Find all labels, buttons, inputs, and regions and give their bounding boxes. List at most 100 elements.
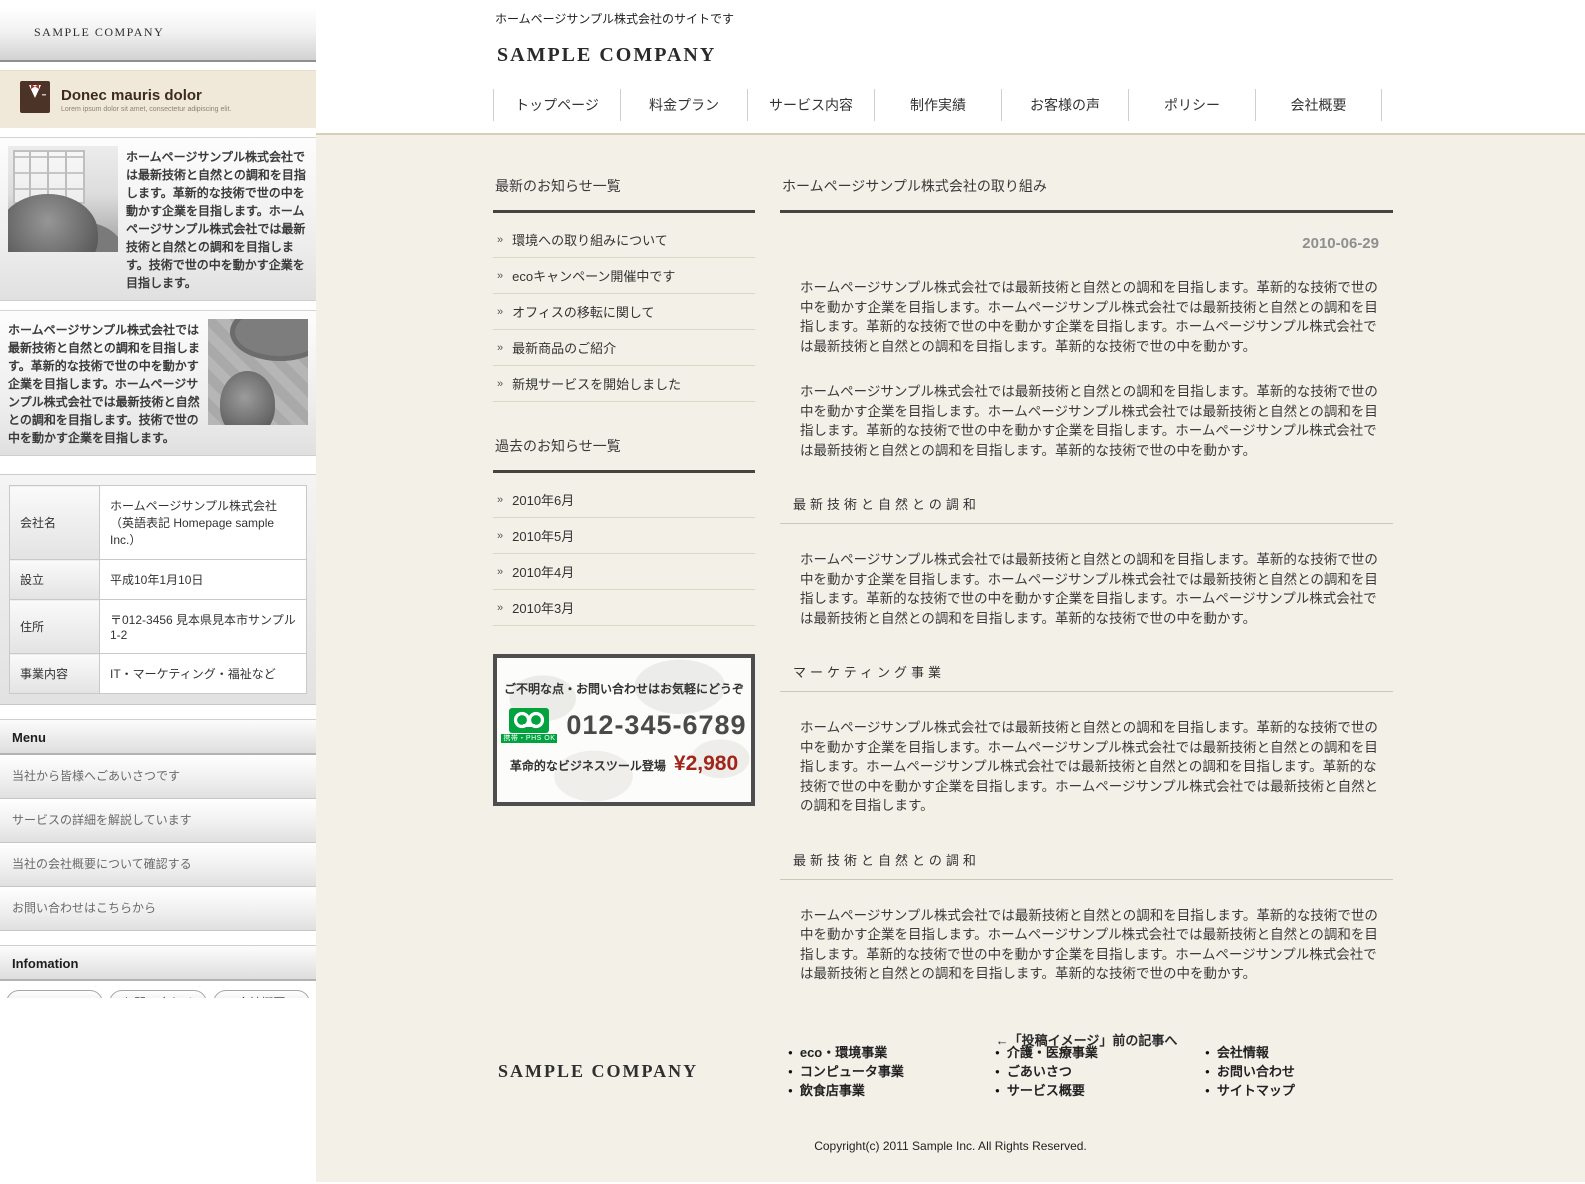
news-item[interactable]: » ecoキャンペーン開催中です — [493, 258, 755, 294]
news-item[interactable]: » 最新商品のご紹介 — [493, 330, 755, 366]
article-section-heading: 最新技術と自然との調和 — [780, 494, 1393, 524]
footer-link-label: eco・環境事業 — [800, 1043, 887, 1062]
news-button[interactable]: ニュース — [6, 990, 103, 998]
footer-link-contact[interactable]: ● お問い合わせ — [1205, 1062, 1295, 1081]
latest-news-list: » 環境への取り組みについて » ecoキャンペーン開催中です » オフィスの移… — [493, 222, 755, 402]
article-section-heading: 最新技術と自然との調和 — [780, 850, 1393, 880]
nav-item-works[interactable]: 制作実績 — [874, 89, 1001, 121]
banner-title: Donec mauris dolor — [61, 87, 231, 104]
table-row: 事業内容 IT・マーケティング・福祉など — [10, 654, 307, 694]
bullet-icon: ● — [995, 1062, 1000, 1081]
footer-copyright: Copyright(c) 2011 Sample Inc. All Rights… — [316, 1139, 1585, 1153]
about-text: ホームページサンプル株式会社では最新技術と自然との調和を目指します。革新的な技術… — [126, 146, 308, 292]
contact-banner[interactable]: ご不明な点・お問い合わせはお気軽にどうぞ 携帯・PHS OK 012-345- — [493, 654, 755, 806]
nav-item-pricing[interactable]: 料金プラン — [620, 89, 747, 121]
nav-item-services[interactable]: サービス内容 — [747, 89, 874, 121]
article-paragraph: ホームページサンプル株式会社では最新技術と自然との調和を目指します。革新的な技術… — [800, 718, 1383, 816]
news-item-label: ecoキャンペーン開催中です — [512, 266, 675, 285]
main-area: ホームページサンプル株式会社のサイトです SAMPLE COMPANY トップペ… — [316, 0, 1585, 1184]
archive-item-label: 2010年6月 — [512, 490, 574, 509]
bullet-icon: ● — [788, 1062, 793, 1081]
footer-link-restaurant[interactable]: ● 飲食店事業 — [788, 1081, 904, 1100]
archive-item-label: 2010年4月 — [512, 562, 574, 581]
sidebar: SAMPLE COMPANY Donec mauris dolor Lorem … — [0, 0, 316, 998]
arrow-icon: » — [497, 306, 503, 318]
company-name-label: 会社名 — [10, 486, 100, 560]
news-item[interactable]: » オフィスの移転に関して — [493, 294, 755, 330]
news-item-label: オフィスの移転に関して — [512, 302, 654, 321]
company-button[interactable]: 会社概要 — [213, 990, 310, 998]
sidebar-item-greeting[interactable]: 当社から皆様へごあいさつです — [0, 755, 316, 799]
arrow-icon: » — [497, 234, 503, 246]
footer-links-column-3: ● 会社情報 ● お問い合わせ ● サイトマップ — [1205, 1043, 1295, 1100]
footer-link-computer[interactable]: ● コンピュータ事業 — [788, 1062, 904, 1081]
article-paragraph: ホームページサンプル株式会社では最新技術と自然との調和を目指します。革新的な技術… — [800, 550, 1383, 628]
news-item[interactable]: » 環境への取り組みについて — [493, 222, 755, 258]
footer-link-company-info[interactable]: ● 会社情報 — [1205, 1043, 1295, 1062]
footer-link-label: コンピュータ事業 — [800, 1062, 904, 1081]
sidebar-item-overview[interactable]: 当社の会社概要について確認する — [0, 843, 316, 887]
archive-item[interactable]: » 2010年4月 — [493, 554, 755, 590]
bullet-icon: ● — [1205, 1043, 1210, 1062]
archive-item[interactable]: » 2010年3月 — [493, 590, 755, 626]
footer-link-sitemap[interactable]: ● サイトマップ — [1205, 1081, 1295, 1100]
business-value: IT・マーケティング・福祉など — [100, 654, 307, 694]
arrow-icon: » — [497, 494, 503, 506]
promo-text: 革命的なビジネスツール登場 — [510, 757, 666, 774]
bullet-icon: ● — [995, 1081, 1000, 1100]
table-row: 住所 〒012-3456 見本県見本市サンプル1-2 — [10, 600, 307, 654]
article-paragraph: ホームページサンプル株式会社では最新技術と自然との調和を目指します。革新的な技術… — [800, 278, 1383, 356]
footer-link-care[interactable]: ● 介護・医療事業 — [995, 1043, 1098, 1062]
sidebar-logo-text: SAMPLE COMPANY — [34, 25, 164, 39]
footer-link-greeting[interactable]: ● ごあいさつ — [995, 1062, 1098, 1081]
nav-item-top[interactable]: トップページ — [493, 89, 620, 121]
sidebar-about-block-2: ホームページサンプル株式会社では最新技術と自然との調和を目指します。革新的な技術… — [0, 310, 316, 456]
footer-link-label: サービス概要 — [1007, 1081, 1085, 1100]
menu-section-title: Menu — [0, 719, 316, 755]
footer-link-label: サイトマップ — [1217, 1081, 1295, 1100]
table-row: 設立 平成10年1月10日 — [10, 560, 307, 600]
bullet-icon: ● — [788, 1081, 793, 1100]
article-paragraph: ホームページサンプル株式会社では最新技術と自然との調和を目指します。革新的な技術… — [800, 382, 1383, 460]
arrow-icon: » — [497, 378, 503, 390]
footer-link-service-overview[interactable]: ● サービス概要 — [995, 1081, 1098, 1100]
news-column: 最新のお知らせ一覧 » 環境への取り組みについて » ecoキャンペーン開催中で… — [493, 171, 755, 806]
company-info-table: 会社名 ホームページサンプル株式会社 （英語表記 Homepage sample… — [0, 474, 316, 705]
information-buttons: ニュース お問い合わせ 会社概要 — [0, 981, 316, 998]
sidebar-item-contact[interactable]: お問い合わせはこちらから — [0, 887, 316, 931]
archive-news-list: » 2010年6月 » 2010年5月 » 2010年4月 » 2010年3月 — [493, 482, 755, 626]
nav-item-policy[interactable]: ポリシー — [1128, 89, 1255, 121]
information-section-title: Infomation — [0, 945, 316, 981]
footer-link-eco[interactable]: ● eco・環境事業 — [788, 1043, 904, 1062]
arrow-icon: » — [497, 270, 503, 282]
article-paragraph: ホームページサンプル株式会社では最新技術と自然との調和を目指します。革新的な技術… — [800, 906, 1383, 984]
founded-value: 平成10年1月10日 — [100, 560, 307, 600]
footer-link-label: 介護・医療事業 — [1007, 1043, 1098, 1062]
page: SAMPLE COMPANY Donec mauris dolor Lorem … — [0, 0, 1585, 1184]
address-label: 住所 — [10, 600, 100, 654]
news-item[interactable]: » 新規サービスを開始しました — [493, 366, 755, 402]
terrace-table-photo — [208, 319, 308, 425]
contact-button[interactable]: お問い合わせ — [109, 990, 206, 998]
bullet-icon: ● — [788, 1043, 793, 1062]
footer-link-label: お問い合わせ — [1217, 1062, 1295, 1081]
main-nav: トップページ 料金プラン サービス内容 制作実績 お客様の声 ポリシー 会社概要 — [493, 89, 1382, 121]
table-row: 会社名 ホームページサンプル株式会社 （英語表記 Homepage sample… — [10, 486, 307, 560]
sidebar-banner[interactable]: Donec mauris dolor Lorem ipsum dolor sit… — [0, 70, 316, 128]
nav-item-about[interactable]: 会社概要 — [1255, 89, 1382, 121]
archive-item[interactable]: » 2010年6月 — [493, 482, 755, 518]
freedial-caption: 携帯・PHS OK — [501, 734, 557, 743]
sidebar-about-block-1: ホームページサンプル株式会社では最新技術と自然との調和を目指します。革新的な技術… — [0, 137, 316, 301]
nav-item-voices[interactable]: お客様の声 — [1001, 89, 1128, 121]
sidebar-item-service[interactable]: サービスの詳細を解説しています — [0, 799, 316, 843]
founded-label: 設立 — [10, 560, 100, 600]
footer-links-column-1: ● eco・環境事業 ● コンピュータ事業 ● 飲食店事業 — [788, 1043, 904, 1100]
arrow-icon: » — [497, 342, 503, 354]
footer-links-column-2: ● 介護・医療事業 ● ごあいさつ ● サービス概要 — [995, 1043, 1098, 1100]
banner-text: Donec mauris dolor Lorem ipsum dolor sit… — [61, 87, 231, 113]
content-area: 最新のお知らせ一覧 » 環境への取り組みについて » ecoキャンペーン開催中で… — [316, 135, 1585, 1182]
site-logo[interactable]: SAMPLE COMPANY — [497, 44, 716, 67]
archive-item-label: 2010年5月 — [512, 526, 574, 545]
site-tagline: ホームページサンプル株式会社のサイトです — [495, 10, 734, 27]
archive-item[interactable]: » 2010年5月 — [493, 518, 755, 554]
